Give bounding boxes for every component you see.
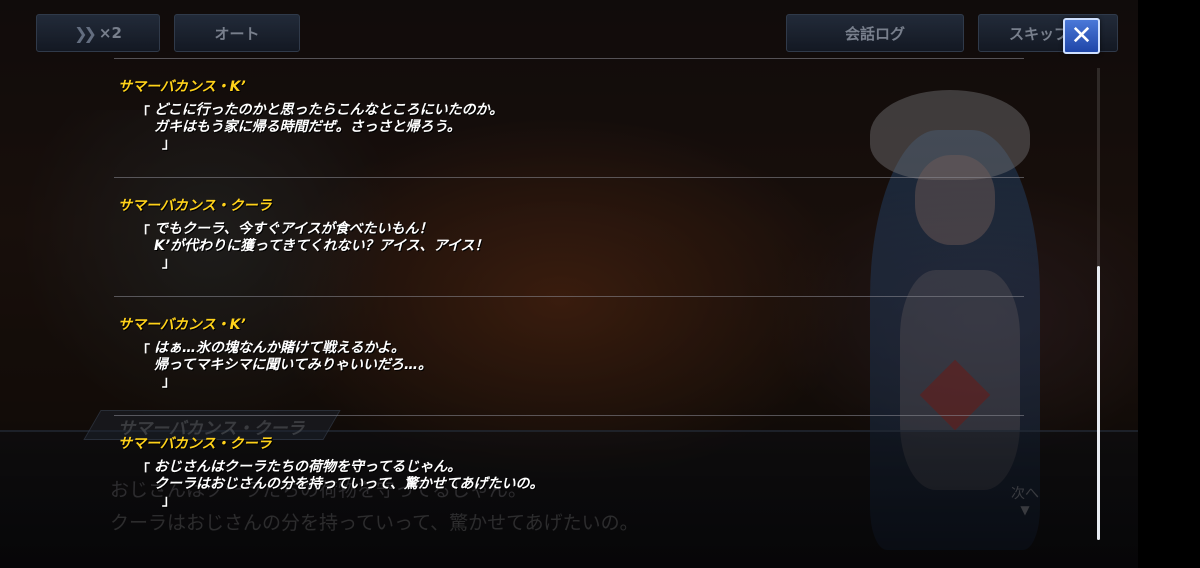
quote-open: 「 (136, 225, 150, 241)
log-speaker-name: サマーバカンス・クーラ (118, 436, 272, 452)
log-line: K’が代わりに獲ってきてくれない？アイス、アイス！」 (154, 238, 489, 271)
speed-button[interactable]: ❯❯ ×2 (36, 14, 160, 52)
log-entry: サマーバカンス・クーラ 「 でもクーラ、今すぐアイスが食べたいもん！ K’が代わ… (114, 177, 1024, 296)
speed-label: ×2 (98, 24, 122, 42)
close-icon: ✕ (1070, 21, 1093, 51)
log-text: はぁ…氷の塊なんか賭けて戦えるかよ。 帰ってマキシマに聞いてみりゃいいだろ…。」 (154, 340, 432, 391)
log-entry: サマーバカンス・K’ 「 どこに行ったのかと思ったらこんなところにいたのか。 ガ… (114, 58, 1024, 177)
quote-close: 」 (162, 255, 176, 271)
log-text: でもクーラ、今すぐアイスが食べたいもん！ K’が代わりに獲ってきてくれない？アイ… (154, 221, 488, 272)
quote-open: 「 (136, 344, 150, 360)
log-speaker-name: サマーバカンス・K’ (118, 79, 246, 95)
log-text: おじさんはクーラたちの荷物を守ってるじゃん。 クーラはおじさんの分を持っていって… (154, 459, 543, 510)
quote-open: 「 (136, 463, 150, 479)
conversation-log-list[interactable]: サマーバカンス・K’ 「 どこに行ったのかと思ったらこんなところにいたのか。 ガ… (114, 58, 1024, 509)
log-speaker-name: サマーバカンス・K’ (118, 317, 246, 333)
auto-button[interactable]: オート (174, 14, 300, 52)
log-line: クーラはおじさんの分を持っていって、驚かせてあげたいの。」 (154, 476, 544, 509)
quote-close: 」 (162, 374, 176, 390)
conversation-log-button[interactable]: 会話ログ (786, 14, 964, 52)
game-scene: サマーバカンス・クーラ おじさんはクーラたちの荷物を守ってるじゃん。 クーラはお… (0, 0, 1138, 568)
log-line: どこに行ったのかと思ったらこんなところにいたのか。 (154, 102, 504, 118)
log-line: でもクーラ、今すぐアイスが食べたいもん！ (154, 221, 433, 237)
scrollbar-thumb[interactable] (1097, 266, 1100, 540)
quote-close: 」 (162, 136, 176, 152)
log-line: おじさんはクーラたちの荷物を守ってるじゃん。 (154, 459, 462, 475)
log-entry: サマーバカンス・クーラ 「 おじさんはクーラたちの荷物を守ってるじゃん。 クーラ… (114, 415, 1024, 534)
screen-edge-bar (1138, 0, 1200, 568)
quote-open: 「 (136, 106, 150, 122)
close-log-button[interactable]: ✕ (1063, 18, 1100, 54)
log-line: ガキはもう家に帰る時間だぜ。さっさと帰ろう。」 (154, 119, 503, 153)
fast-forward-icon: ❯❯ (74, 23, 97, 43)
log-speaker-name: サマーバカンス・クーラ (118, 198, 272, 214)
log-line: はぁ…氷の塊なんか賭けて戦えるかよ。 (154, 340, 405, 356)
quote-close: 」 (162, 493, 176, 509)
skip-label: スキップ (1009, 24, 1070, 43)
log-label: 会話ログ (844, 24, 905, 43)
auto-label: オート (214, 24, 260, 43)
log-text: どこに行ったのかと思ったらこんなところにいたのか。 ガキはもう家に帰る時間だぜ。… (154, 102, 503, 153)
log-line: 帰ってマキシマに聞いてみりゃいいだろ…。」 (154, 357, 433, 390)
log-entry: サマーバカンス・K’ 「 はぁ…氷の塊なんか賭けて戦えるかよ。 帰ってマキシマに… (114, 296, 1024, 415)
